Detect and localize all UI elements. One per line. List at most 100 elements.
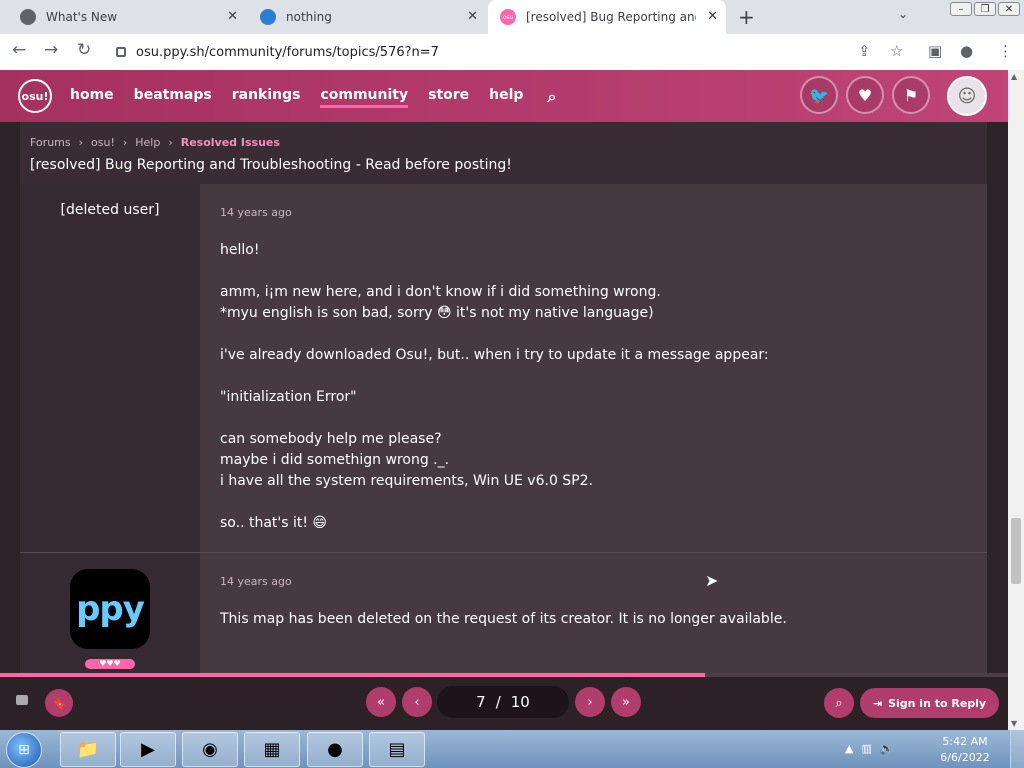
nav-beatmaps[interactable]: beatmaps bbox=[134, 87, 212, 108]
tray-arrow-icon[interactable]: ▲ bbox=[845, 742, 853, 755]
menu-icon[interactable]: ⋮ bbox=[998, 42, 1013, 60]
post-time[interactable]: 14 years ago bbox=[220, 206, 292, 219]
volume-icon[interactable]: 🔈 bbox=[880, 742, 894, 755]
post-username[interactable]: [deleted user] bbox=[20, 202, 200, 218]
osu-app-icon[interactable]: ● bbox=[307, 732, 363, 767]
clock-date: 6/6/2022 bbox=[940, 751, 990, 764]
windows-taskbar: ⊞ 📁 ▶ ◉ ▦ ● ▤ ▲ ▥ 🔈 5:42 AM 6/6/2022 bbox=[0, 730, 1024, 768]
main-nav: home beatmaps rankings community store h… bbox=[70, 87, 556, 108]
page-separator: / bbox=[495, 693, 501, 711]
post-line: maybe i did somethign wrong ._. bbox=[220, 452, 450, 468]
breadcrumb-forums[interactable]: Forums bbox=[30, 136, 71, 149]
close-tab-icon[interactable]: ✕ bbox=[227, 9, 238, 24]
prev-page-icon[interactable]: ‹ bbox=[402, 687, 432, 717]
chevron-right-icon: › bbox=[122, 136, 128, 149]
ppy-avatar[interactable]: ppy bbox=[70, 569, 150, 649]
current-page: 7 bbox=[476, 693, 486, 711]
nav-rankings[interactable]: rankings bbox=[232, 87, 301, 108]
post-time[interactable]: 14 years ago bbox=[220, 575, 292, 588]
post-text: This map has been deleted on the request… bbox=[220, 609, 960, 630]
post-line: *myu english is son bad, sorry 😳 it's no… bbox=[220, 305, 654, 321]
post-line bbox=[220, 324, 960, 345]
minimize-icon[interactable]: – bbox=[950, 2, 972, 16]
post-body-panel: 14 years ago This map has been deleted o… bbox=[200, 553, 987, 673]
tab-whats-new[interactable]: What's New ✕ bbox=[8, 0, 246, 34]
post-line bbox=[220, 366, 960, 387]
next-page-icon[interactable]: › bbox=[575, 687, 605, 717]
reload-icon[interactable]: ↻ bbox=[77, 40, 91, 60]
app-icon[interactable]: ▦ bbox=[244, 732, 300, 767]
topic-header: Forums › osu! › Help › Resolved Issues [… bbox=[20, 122, 987, 184]
network-icon[interactable]: ▥ bbox=[861, 742, 871, 755]
breadcrumb-osu[interactable]: osu! bbox=[91, 136, 115, 149]
post-line bbox=[220, 492, 960, 513]
share-icon[interactable]: ⇪ bbox=[858, 42, 871, 60]
close-window-icon[interactable]: ✕ bbox=[998, 2, 1020, 16]
post-text: hello! amm, i¡m new here, and i don't kn… bbox=[220, 240, 960, 534]
post-line: i have all the system requirements, Win … bbox=[220, 473, 593, 489]
scrollbar-thumb[interactable] bbox=[1011, 518, 1021, 584]
toolbox-icon[interactable]: ▤ bbox=[369, 732, 425, 767]
user-avatar-icon[interactable]: ☺ bbox=[947, 76, 987, 116]
nav-community[interactable]: community bbox=[320, 87, 409, 108]
post-line: amm, i¡m new here, and i don't know if i… bbox=[220, 284, 661, 300]
post-line: This map has been deleted on the request… bbox=[220, 611, 787, 627]
chrome-settings-icon bbox=[20, 9, 36, 25]
chevron-down-icon[interactable]: ⌄ bbox=[898, 7, 908, 21]
sign-in-to-reply-button[interactable]: ⇥ Sign in to Reply bbox=[860, 688, 999, 718]
breadcrumb: Forums › osu! › Help › Resolved Issues bbox=[30, 136, 280, 149]
tab-resolved-bug[interactable]: osu [resolved] Bug Reporting and Tro ✕ bbox=[488, 0, 726, 34]
back-icon[interactable]: ← bbox=[12, 40, 26, 60]
chevron-right-icon: › bbox=[168, 136, 173, 149]
nav-home[interactable]: home bbox=[70, 87, 114, 108]
chrome-icon[interactable]: ◉ bbox=[182, 732, 238, 767]
avatar-text: ppy bbox=[76, 589, 145, 629]
breadcrumb-help[interactable]: Help bbox=[135, 136, 160, 149]
twitter-icon[interactable]: 🐦 bbox=[800, 76, 838, 114]
page-indicator[interactable]: 7 / 10 bbox=[437, 686, 569, 718]
sign-in-label: Sign in to Reply bbox=[888, 696, 987, 710]
tab-nothing[interactable]: nothing ✕ bbox=[248, 0, 486, 34]
browser-tab-bar: What's New ✕ nothing ✕ osu [resolved] Bu… bbox=[0, 0, 1024, 34]
heart-icon[interactable]: ♥ bbox=[846, 76, 884, 114]
breadcrumb-resolved-issues[interactable]: Resolved Issues bbox=[181, 136, 280, 149]
language-flag-icon[interactable]: ⚑ bbox=[892, 76, 930, 114]
maximize-icon[interactable]: ❐ bbox=[974, 2, 996, 16]
explorer-icon[interactable]: 📁 bbox=[60, 732, 116, 767]
scroll-down-icon[interactable]: ▼ bbox=[1011, 719, 1017, 728]
supporter-badge: ♥♥♥ bbox=[85, 659, 135, 669]
post-line: can somebody help me please? bbox=[220, 431, 442, 447]
nav-store[interactable]: store bbox=[428, 87, 469, 108]
search-icon[interactable]: ⌕ bbox=[824, 688, 854, 718]
mouse-cursor-icon: ➤ bbox=[705, 571, 719, 590]
forward-icon[interactable]: → bbox=[44, 40, 58, 60]
page-scrollbar[interactable]: ▲ ▼ bbox=[1008, 70, 1024, 730]
post-author-panel: [deleted user] bbox=[20, 184, 200, 552]
show-desktop-button[interactable] bbox=[1010, 730, 1024, 768]
last-page-icon[interactable]: » bbox=[611, 687, 641, 717]
lock-icon bbox=[16, 695, 28, 705]
osu-logo[interactable]: osu! bbox=[18, 79, 52, 113]
search-icon[interactable]: ⌕ bbox=[547, 87, 556, 108]
sidebar-icon[interactable]: ▣ bbox=[928, 42, 942, 60]
bookmark-icon[interactable]: 🔖 bbox=[45, 689, 73, 717]
profile-icon[interactable]: ● bbox=[960, 42, 973, 60]
clock-time: 5:42 AM bbox=[942, 735, 988, 748]
new-tab-icon[interactable]: + bbox=[738, 5, 755, 29]
tab-icon bbox=[260, 9, 276, 25]
bookmark-star-icon[interactable]: ☆ bbox=[890, 42, 903, 60]
close-tab-icon[interactable]: ✕ bbox=[467, 9, 478, 24]
nav-help[interactable]: help bbox=[489, 87, 523, 108]
post-line: "initialization Error" bbox=[220, 389, 357, 405]
close-tab-icon[interactable]: ✕ bbox=[707, 9, 718, 24]
start-button-icon[interactable]: ⊞ bbox=[6, 732, 42, 768]
lock-icon bbox=[116, 47, 126, 57]
first-page-icon[interactable]: « bbox=[366, 687, 396, 717]
post-line bbox=[220, 408, 960, 429]
post-author-panel: ppy ♥♥♥ bbox=[20, 553, 200, 673]
media-player-icon[interactable]: ▶ bbox=[120, 732, 176, 767]
post-line: hello! bbox=[220, 242, 260, 258]
clock[interactable]: 5:42 AM 6/6/2022 bbox=[930, 734, 1000, 766]
address-bar[interactable]: osu.ppy.sh/community/forums/topics/576?n… bbox=[108, 38, 854, 66]
scroll-up-icon[interactable]: ▲ bbox=[1011, 72, 1017, 81]
